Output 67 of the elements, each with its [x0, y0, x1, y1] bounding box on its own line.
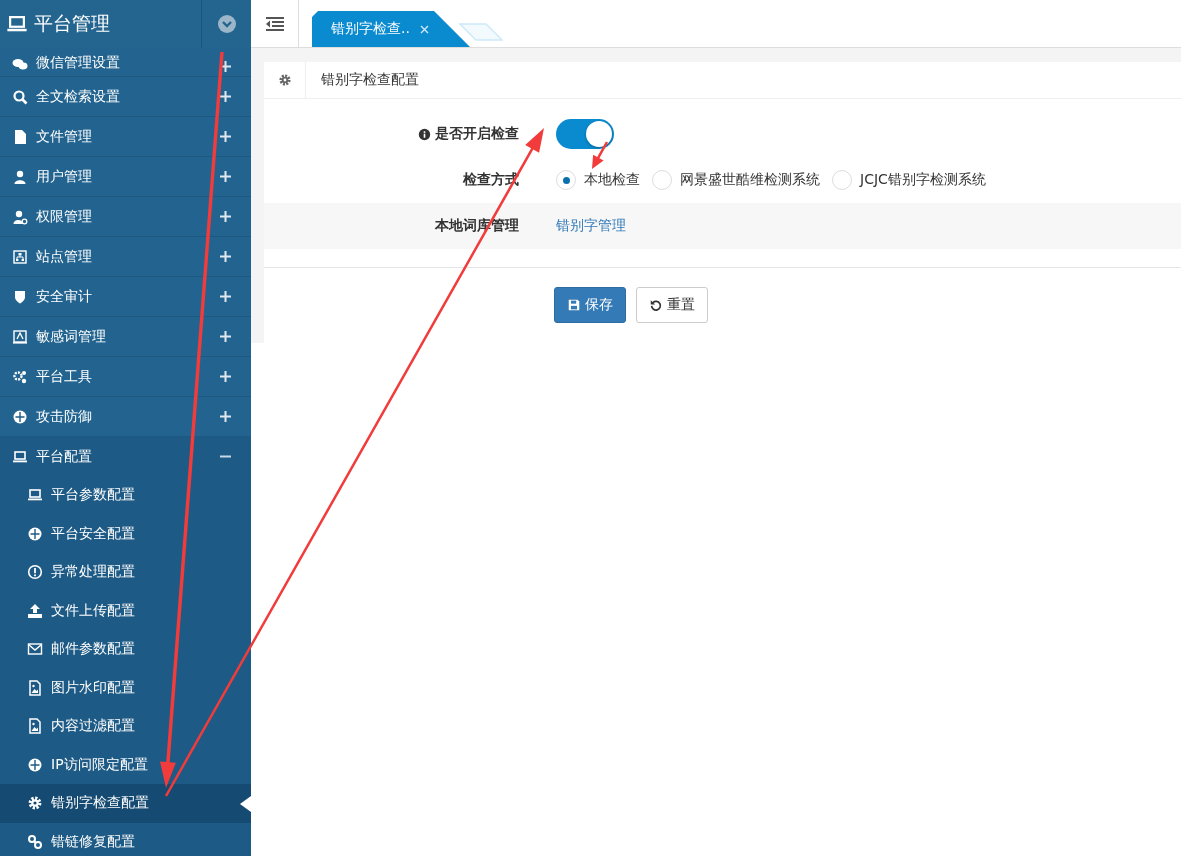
radio-label: JCJC错别字检测系统	[860, 171, 986, 189]
sidebar-subitem[interactable]: 内容过滤配置	[0, 707, 251, 746]
sidebar-subitem[interactable]: 文件上传配置	[0, 591, 251, 630]
close-icon[interactable]	[419, 24, 429, 34]
sidebar-item[interactable]: 全文检索设置	[0, 77, 251, 117]
search-icon	[12, 88, 28, 105]
tab-shape-icon	[458, 23, 503, 41]
laptop-icon	[12, 448, 28, 465]
chevron-down-icon[interactable]	[216, 14, 237, 34]
image-icon	[27, 718, 43, 735]
sidebar-item[interactable]: 站点管理	[0, 237, 251, 277]
user-icon	[12, 168, 28, 185]
sidebar-subitem[interactable]: 平台安全配置	[0, 514, 251, 553]
sidebar-item[interactable]: 平台工具	[0, 357, 251, 397]
file-icon	[12, 128, 28, 145]
book-icon	[12, 328, 28, 345]
user-gear-icon	[12, 208, 28, 225]
pointer-icon	[240, 796, 251, 812]
plus-icon	[219, 91, 231, 102]
sidebar-subitem[interactable]: 图片水印配置	[0, 668, 251, 707]
plus-icon	[219, 171, 231, 182]
sidebar-subitem[interactable]: 错别字检查配置	[0, 784, 251, 823]
annotation-arrow	[592, 141, 609, 169]
alert-icon	[27, 564, 43, 581]
link[interactable]: 错别字管理	[556, 217, 626, 235]
radio-label: 网景盛世酷维检测系统	[680, 171, 820, 189]
radio-label: 本地检查	[584, 171, 640, 189]
toggle-switch[interactable]	[556, 119, 614, 149]
plus-icon	[219, 211, 231, 222]
sidebar-item[interactable]: 文件管理	[0, 117, 251, 157]
sidebar-title: 平台管理	[34, 11, 110, 36]
upload-icon	[27, 602, 43, 619]
sidebar-item[interactable]: 微信管理设置	[0, 48, 251, 77]
radio-button[interactable]	[832, 170, 852, 190]
sidebar-subitem[interactable]: 邮件参数配置	[0, 630, 251, 669]
image-icon	[27, 679, 43, 696]
sitemap-icon	[12, 248, 28, 265]
menu-collapse-icon[interactable]	[265, 16, 284, 31]
sidebar-subitem[interactable]: 平台参数配置	[0, 476, 251, 515]
sidebar-subitem[interactable]: IP访问限定配置	[0, 745, 251, 784]
gear-icon	[277, 73, 292, 87]
chat-icon	[12, 56, 28, 72]
field-label: 是否开启检查	[435, 125, 519, 143]
save-icon	[567, 298, 581, 312]
radio-button[interactable]	[652, 170, 672, 190]
plus-icon	[219, 411, 231, 422]
sidebar-subitem[interactable]: 异常处理配置	[0, 553, 251, 592]
plus-icon	[219, 331, 231, 342]
link-icon	[27, 833, 43, 850]
undo-icon	[649, 298, 663, 312]
envelope-icon	[27, 641, 43, 658]
sidebar-item[interactable]: 安全审计	[0, 277, 251, 317]
reset-button[interactable]: 重置	[636, 287, 708, 323]
sidebar-item[interactable]: 敏感词管理	[0, 317, 251, 357]
save-button[interactable]: 保存	[554, 287, 626, 323]
plus-icon	[219, 251, 231, 262]
plus-icon	[219, 131, 231, 142]
gear-icon	[27, 795, 43, 812]
sidebar-item[interactable]: 用户管理	[0, 157, 251, 197]
sidebar-item[interactable]: 权限管理	[0, 197, 251, 237]
radio-button[interactable]	[556, 170, 576, 190]
sidebar-subitem[interactable]: 错链修复配置	[0, 822, 251, 856]
info-icon	[418, 127, 431, 141]
panel-title: 错别字检查配置	[320, 71, 419, 89]
plus-icon	[219, 371, 231, 382]
sidebar-item[interactable]: 攻击防御	[0, 397, 251, 437]
plus-icon	[219, 291, 231, 302]
